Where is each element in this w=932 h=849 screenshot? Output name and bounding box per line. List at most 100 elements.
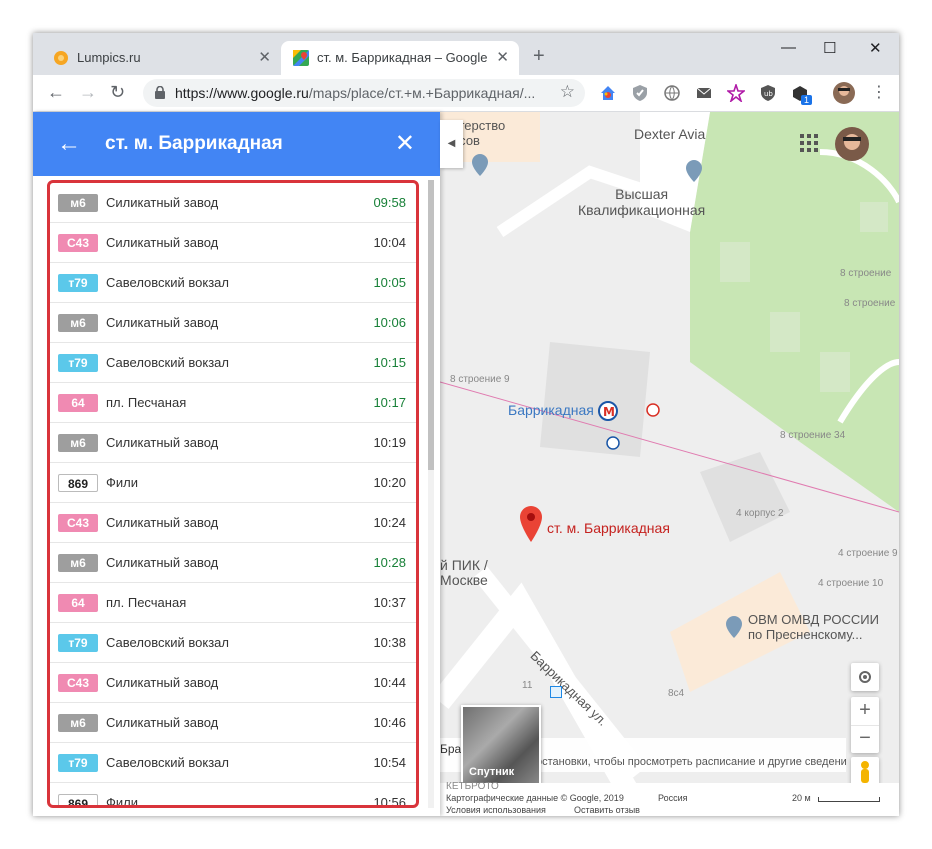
lock-icon	[155, 86, 165, 99]
address-bar[interactable]: https://www.google.ru/maps/place/ст.+м.+…	[143, 79, 585, 107]
scale-bar	[818, 797, 880, 802]
my-location-button[interactable]	[851, 663, 879, 691]
apps-grid-icon[interactable]	[799, 133, 819, 153]
departure-row[interactable]: 64 пл. Песчаная 10:37	[50, 583, 416, 623]
route-badge: 64	[58, 594, 98, 612]
zoom-out-button[interactable]: −	[851, 725, 879, 754]
panel-title: ст. м. Баррикадная	[105, 133, 283, 154]
tab-title: ст. м. Баррикадная – Google Ка	[317, 50, 487, 65]
poi-pin-icon	[472, 154, 488, 176]
tab-close-icon[interactable]: ✕	[258, 48, 271, 66]
destination-label: Савеловский вокзал	[106, 275, 229, 290]
departure-time: 09:58	[373, 195, 406, 210]
route-badge: 869	[58, 794, 98, 805]
departure-row[interactable]: м6 Силикатный завод 10:19	[50, 423, 416, 463]
panel-scrollbar[interactable]	[428, 180, 434, 808]
destination-label: Силикатный завод	[106, 315, 219, 330]
mail-extension-icon[interactable]	[695, 84, 713, 102]
browser-toolbar: ← → ↻ https://www.google.ru/maps/place/с…	[33, 75, 899, 112]
destination-label: Силикатный завод	[106, 435, 219, 450]
departure-row[interactable]: С43 Силикатный завод 10:44	[50, 663, 416, 703]
map-label-school: Высшая Квалификационная	[578, 186, 706, 218]
departure-time: 10:17	[373, 395, 406, 410]
map-label-building: 8 строение 34	[780, 430, 846, 441]
back-icon[interactable]: ←	[47, 82, 65, 103]
metro-entrance-icon	[606, 436, 620, 450]
location-pin-icon[interactable]	[520, 506, 542, 542]
map-label-metro: Баррикадная	[508, 402, 594, 418]
window-close-button[interactable]: ✕	[869, 39, 882, 57]
departure-row[interactable]: 869 Фили 10:20	[50, 463, 416, 503]
route-badge: 64	[58, 394, 98, 412]
departure-time: 10:15	[373, 355, 406, 370]
zoom-in-button[interactable]: +	[851, 697, 879, 725]
destination-label: Савеловский вокзал	[106, 635, 229, 650]
departure-time: 10:04	[373, 235, 406, 250]
departure-row[interactable]: т79 Савеловский вокзал 10:54	[50, 743, 416, 783]
collapse-panel-button[interactable]: ◀	[440, 120, 463, 168]
shield-extension-icon[interactable]	[631, 84, 649, 102]
ublock-extension-icon[interactable]: ub	[759, 84, 777, 102]
route-badge: С43	[58, 674, 98, 692]
departure-row[interactable]: т79 Савеловский вокзал 10:38	[50, 623, 416, 663]
star-extension-icon[interactable]	[727, 84, 745, 102]
menu-icon[interactable]: ⋮	[871, 82, 887, 102]
route-badge: т79	[58, 634, 98, 652]
back-arrow-icon[interactable]: ←	[57, 130, 81, 158]
destination-label: Силикатный завод	[106, 515, 219, 530]
map-label-building: 8 строение	[840, 268, 892, 279]
profile-avatar[interactable]	[833, 82, 855, 104]
terms-link[interactable]: Условия использования	[446, 805, 546, 815]
satellite-toggle[interactable]: Спутник	[461, 705, 541, 785]
bookmark-star-icon[interactable]: ☆	[560, 82, 575, 102]
departure-row[interactable]: м6 Силикатный завод 10:06	[50, 303, 416, 343]
route-badge: С43	[58, 514, 98, 532]
satellite-label: Спутник	[469, 766, 515, 778]
map-label-building: 8 строение	[844, 298, 896, 309]
region-link[interactable]: Россия	[658, 793, 688, 803]
departure-row[interactable]: С43 Силикатный завод 10:04	[50, 223, 416, 263]
bus-stop-icon[interactable]	[550, 686, 562, 698]
departure-row[interactable]: т79 Савеловский вокзал 10:05	[50, 263, 416, 303]
map-footer: КЕТБРОТО Картографические данные © Googl…	[440, 781, 899, 816]
departure-time: 10:54	[373, 755, 406, 770]
departure-row[interactable]: 64 пл. Песчаная 10:17	[50, 383, 416, 423]
minimize-button[interactable]: —	[781, 39, 796, 56]
departure-list[interactable]: м6 Силикатный завод 09:58 С43 Силикатный зав…	[47, 180, 419, 808]
panel-close-icon[interactable]: ✕	[395, 129, 415, 158]
account-avatar[interactable]	[835, 127, 869, 161]
tab-close-icon[interactable]: ✕	[496, 48, 509, 66]
maximize-button[interactable]: ☐	[823, 39, 836, 57]
new-tab-button[interactable]: +	[533, 45, 545, 68]
extension-badge: 1	[801, 95, 813, 105]
info-text: остановки, чтобы просмотреть расписание …	[536, 756, 847, 768]
departure-row[interactable]: м6 Силикатный завод 10:46	[50, 703, 416, 743]
forward-icon[interactable]: →	[79, 82, 97, 103]
departure-time: 10:46	[373, 715, 406, 730]
feedback-link[interactable]: Оставить отзыв	[574, 805, 640, 815]
departure-row[interactable]: м6 Силикатный завод 10:28	[50, 543, 416, 583]
route-badge: м6	[58, 314, 98, 332]
metro-entrance-icon	[646, 403, 660, 417]
url-path: /maps/place/ст.+м.+Баррикадная/...	[308, 85, 536, 101]
departure-time: 10:19	[373, 435, 406, 450]
departure-row[interactable]: м6 Силикатный завод 09:58	[50, 183, 416, 223]
reload-icon[interactable]: ↻	[110, 82, 125, 103]
departure-row[interactable]: С43 Силикатный завод 10:24	[50, 503, 416, 543]
destination-label: Савеловский вокзал	[106, 755, 229, 770]
my-location-icon	[859, 671, 871, 683]
tab-google-maps[interactable]: ст. м. Баррикадная – Google Ка ✕	[281, 41, 519, 75]
departure-time: 10:20	[373, 475, 406, 490]
tab-lumpics[interactable]: Lumpics.ru ✕	[41, 41, 281, 75]
map-label-number: 8с4	[668, 688, 685, 699]
departure-row[interactable]: 869 Фили 10:56	[50, 783, 416, 808]
poi-pin-icon	[686, 160, 702, 182]
destination-label: Фили	[106, 795, 138, 808]
departure-time: 10:44	[373, 675, 406, 690]
home-extension-icon[interactable]	[599, 84, 617, 102]
globe-extension-icon[interactable]	[663, 84, 681, 102]
departure-time: 10:24	[373, 515, 406, 530]
scrollbar-thumb[interactable]	[428, 180, 434, 470]
svg-text:ub: ub	[764, 90, 773, 98]
departure-row[interactable]: т79 Савеловский вокзал 10:15	[50, 343, 416, 383]
